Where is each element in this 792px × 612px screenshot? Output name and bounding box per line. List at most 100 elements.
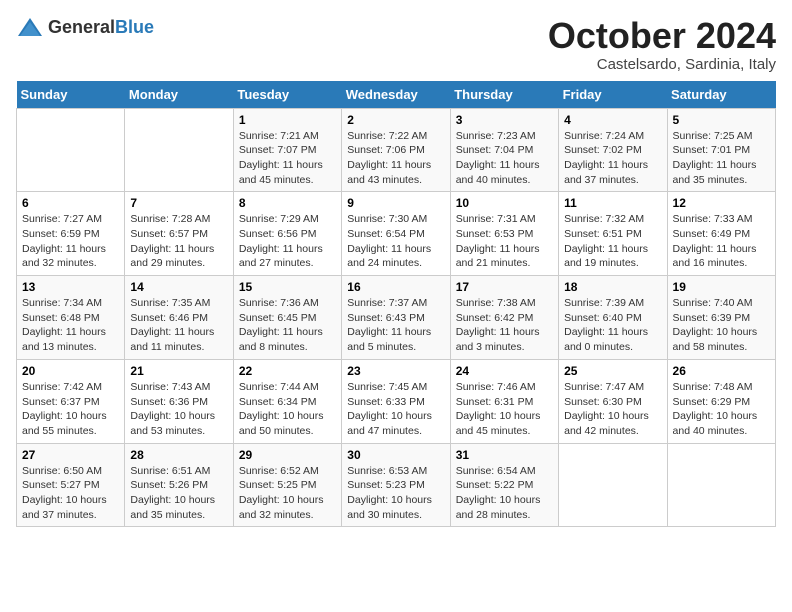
day-info: Sunrise: 7:34 AM Sunset: 6:48 PM Dayligh… <box>22 296 119 355</box>
day-number: 20 <box>22 364 119 378</box>
month-title: October 2024 <box>548 16 776 56</box>
calendar-cell: 8 Sunrise: 7:29 AM Sunset: 6:56 PM Daylig… <box>233 192 341 276</box>
calendar-cell <box>667 443 775 527</box>
day-info: Sunrise: 7:31 AM Sunset: 6:53 PM Dayligh… <box>456 212 553 271</box>
calendar-cell: 29 Sunrise: 6:52 AM Sunset: 5:25 PM Dayli… <box>233 443 341 527</box>
day-number: 15 <box>239 280 336 294</box>
calendar-cell: 13 Sunrise: 7:34 AM Sunset: 6:48 PM Dayli… <box>17 276 125 360</box>
calendar-cell: 11 Sunrise: 7:32 AM Sunset: 6:51 PM Dayli… <box>559 192 667 276</box>
calendar-cell: 5 Sunrise: 7:25 AM Sunset: 7:01 PM Daylig… <box>667 108 775 192</box>
calendar-cell: 24Sunrise: 7:46 AM Sunset: 6:31 PM Dayli… <box>450 359 558 443</box>
calendar-cell: 27Sunrise: 6:50 AM Sunset: 5:27 PM Dayli… <box>17 443 125 527</box>
calendar-cell: 23 Sunrise: 7:45 AM Sunset: 6:33 PM Dayli… <box>342 359 450 443</box>
day-info: Sunrise: 7:29 AM Sunset: 6:56 PM Dayligh… <box>239 212 336 271</box>
day-info: Sunrise: 7:46 AM Sunset: 6:31 PM Dayligh… <box>456 380 553 439</box>
calendar-cell: 9Sunrise: 7:30 AM Sunset: 6:54 PM Daylig… <box>342 192 450 276</box>
day-info: Sunrise: 7:25 AM Sunset: 7:01 PM Dayligh… <box>673 129 770 188</box>
day-number: 23 <box>347 364 444 378</box>
calendar-cell: 16 Sunrise: 7:37 AM Sunset: 6:43 PM Dayli… <box>342 276 450 360</box>
day-number: 3 <box>456 113 553 127</box>
day-number: 1 <box>239 113 336 127</box>
day-info: Sunrise: 6:52 AM Sunset: 5:25 PM Dayligh… <box>239 464 336 523</box>
weekday-saturday: Saturday <box>667 81 775 109</box>
calendar-body: 1 Sunrise: 7:21 AM Sunset: 7:07 PM Daylig… <box>17 108 776 527</box>
calendar-week-2: 13 Sunrise: 7:34 AM Sunset: 6:48 PM Dayli… <box>17 276 776 360</box>
day-number: 4 <box>564 113 661 127</box>
day-info: Sunrise: 7:35 AM Sunset: 6:46 PM Dayligh… <box>130 296 227 355</box>
day-number: 2 <box>347 113 444 127</box>
calendar-cell: 4 Sunrise: 7:24 AM Sunset: 7:02 PM Daylig… <box>559 108 667 192</box>
day-info: Sunrise: 7:42 AM Sunset: 6:37 PM Dayligh… <box>22 380 119 439</box>
day-info: Sunrise: 6:51 AM Sunset: 5:26 PM Dayligh… <box>130 464 227 523</box>
day-info: Sunrise: 6:53 AM Sunset: 5:23 PM Dayligh… <box>347 464 444 523</box>
day-info: Sunrise: 7:47 AM Sunset: 6:30 PM Dayligh… <box>564 380 661 439</box>
day-number: 27 <box>22 448 119 462</box>
day-info: Sunrise: 7:32 AM Sunset: 6:51 PM Dayligh… <box>564 212 661 271</box>
day-number: 28 <box>130 448 227 462</box>
calendar-cell: 12Sunrise: 7:33 AM Sunset: 6:49 PM Dayli… <box>667 192 775 276</box>
day-info: Sunrise: 7:44 AM Sunset: 6:34 PM Dayligh… <box>239 380 336 439</box>
day-info: Sunrise: 6:54 AM Sunset: 5:22 PM Dayligh… <box>456 464 553 523</box>
day-info: Sunrise: 7:27 AM Sunset: 6:59 PM Dayligh… <box>22 212 119 271</box>
day-number: 17 <box>456 280 553 294</box>
logo-general: General <box>48 17 115 37</box>
calendar-cell: 19 Sunrise: 7:40 AM Sunset: 6:39 PM Dayli… <box>667 276 775 360</box>
day-number: 31 <box>456 448 553 462</box>
calendar-cell: 15 Sunrise: 7:36 AM Sunset: 6:45 PM Dayli… <box>233 276 341 360</box>
location-subtitle: Castelsardo, Sardinia, Italy <box>548 56 776 73</box>
day-number: 26 <box>673 364 770 378</box>
day-number: 9 <box>347 196 444 210</box>
day-number: 30 <box>347 448 444 462</box>
calendar-cell: 14 Sunrise: 7:35 AM Sunset: 6:46 PM Dayli… <box>125 276 233 360</box>
calendar-cell: 22Sunrise: 7:44 AM Sunset: 6:34 PM Dayli… <box>233 359 341 443</box>
day-info: Sunrise: 7:40 AM Sunset: 6:39 PM Dayligh… <box>673 296 770 355</box>
calendar-cell: 1 Sunrise: 7:21 AM Sunset: 7:07 PM Daylig… <box>233 108 341 192</box>
calendar-cell: 2 Sunrise: 7:22 AM Sunset: 7:06 PM Daylig… <box>342 108 450 192</box>
day-info: Sunrise: 7:24 AM Sunset: 7:02 PM Dayligh… <box>564 129 661 188</box>
day-number: 19 <box>673 280 770 294</box>
calendar-cell: 25 Sunrise: 7:47 AM Sunset: 6:30 PM Dayli… <box>559 359 667 443</box>
calendar-cell: 26 Sunrise: 7:48 AM Sunset: 6:29 PM Dayli… <box>667 359 775 443</box>
weekday-friday: Friday <box>559 81 667 109</box>
calendar-cell: 10Sunrise: 7:31 AM Sunset: 6:53 PM Dayli… <box>450 192 558 276</box>
day-info: Sunrise: 7:45 AM Sunset: 6:33 PM Dayligh… <box>347 380 444 439</box>
day-info: Sunrise: 7:37 AM Sunset: 6:43 PM Dayligh… <box>347 296 444 355</box>
day-number: 12 <box>673 196 770 210</box>
day-number: 5 <box>673 113 770 127</box>
day-number: 16 <box>347 280 444 294</box>
day-number: 25 <box>564 364 661 378</box>
weekday-sunday: Sunday <box>17 81 125 109</box>
day-number: 29 <box>239 448 336 462</box>
day-info: Sunrise: 7:28 AM Sunset: 6:57 PM Dayligh… <box>130 212 227 271</box>
calendar-cell <box>559 443 667 527</box>
logo-blue: Blue <box>115 17 154 37</box>
weekday-header-row: SundayMondayTuesdayWednesdayThursdayFrid… <box>17 81 776 109</box>
day-number: 7 <box>130 196 227 210</box>
calendar-cell: 21 Sunrise: 7:43 AM Sunset: 6:36 PM Dayli… <box>125 359 233 443</box>
day-number: 13 <box>22 280 119 294</box>
day-info: Sunrise: 7:22 AM Sunset: 7:06 PM Dayligh… <box>347 129 444 188</box>
calendar-cell: 31 Sunrise: 6:54 AM Sunset: 5:22 PM Dayli… <box>450 443 558 527</box>
weekday-thursday: Thursday <box>450 81 558 109</box>
day-number: 6 <box>22 196 119 210</box>
day-number: 11 <box>564 196 661 210</box>
day-info: Sunrise: 7:21 AM Sunset: 7:07 PM Dayligh… <box>239 129 336 188</box>
day-info: Sunrise: 7:48 AM Sunset: 6:29 PM Dayligh… <box>673 380 770 439</box>
day-number: 8 <box>239 196 336 210</box>
day-info: Sunrise: 7:36 AM Sunset: 6:45 PM Dayligh… <box>239 296 336 355</box>
calendar-cell: 18Sunrise: 7:39 AM Sunset: 6:40 PM Dayli… <box>559 276 667 360</box>
title-block: October 2024 Castelsardo, Sardinia, Ital… <box>548 16 776 73</box>
calendar-cell: 7 Sunrise: 7:28 AM Sunset: 6:57 PM Daylig… <box>125 192 233 276</box>
day-number: 18 <box>564 280 661 294</box>
day-number: 21 <box>130 364 227 378</box>
day-number: 14 <box>130 280 227 294</box>
calendar-cell: 6 Sunrise: 7:27 AM Sunset: 6:59 PM Daylig… <box>17 192 125 276</box>
calendar-cell <box>17 108 125 192</box>
calendar-table: SundayMondayTuesdayWednesdayThursdayFrid… <box>16 81 776 528</box>
day-info: Sunrise: 7:43 AM Sunset: 6:36 PM Dayligh… <box>130 380 227 439</box>
day-info: Sunrise: 7:23 AM Sunset: 7:04 PM Dayligh… <box>456 129 553 188</box>
weekday-tuesday: Tuesday <box>233 81 341 109</box>
weekday-monday: Monday <box>125 81 233 109</box>
calendar-cell: 30 Sunrise: 6:53 AM Sunset: 5:23 PM Dayli… <box>342 443 450 527</box>
page-header: GeneralBlue October 2024 Castelsardo, Sa… <box>16 16 776 73</box>
